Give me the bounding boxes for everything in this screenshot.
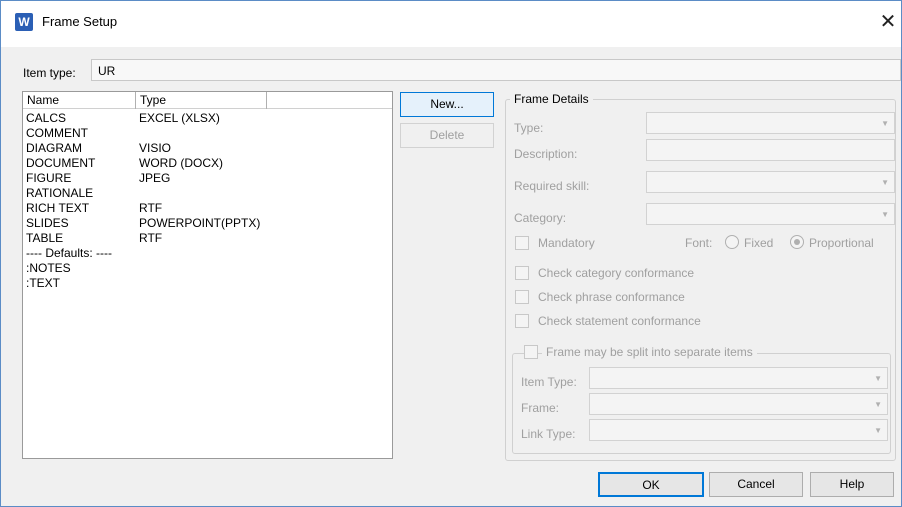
- font-label: Font:: [685, 236, 713, 250]
- title-bar: W Frame Setup ✕: [1, 1, 901, 47]
- check-category-label: Check category conformance: [538, 266, 695, 280]
- item-name: :NOTES: [26, 261, 71, 275]
- frame-list[interactable]: Name Type CALCS EXCEL (XLSX) COMMENT DIAG…: [22, 91, 393, 459]
- check-category-checkbox[interactable]: [515, 266, 529, 280]
- chevron-down-icon: ▼: [881, 210, 889, 219]
- item-name: ---- Defaults: ----: [26, 246, 112, 260]
- chevron-down-icon: ▼: [874, 374, 882, 383]
- item-type: EXCEL (XLSX): [139, 111, 220, 125]
- description-field[interactable]: [646, 139, 895, 161]
- list-item[interactable]: COMMENT: [23, 126, 392, 141]
- item-name: DOCUMENT: [26, 156, 96, 170]
- list-item[interactable]: ---- Defaults: ----: [23, 246, 392, 261]
- item-name: :TEXT: [26, 276, 61, 290]
- close-icon[interactable]: ✕: [877, 9, 899, 35]
- split-checkbox[interactable]: [524, 345, 538, 359]
- item-type: WORD (DOCX): [139, 156, 223, 170]
- item-type-field: UR: [91, 59, 901, 81]
- item-type: RTF: [139, 231, 163, 245]
- split-item-type-dropdown[interactable]: ▼: [589, 367, 888, 389]
- mandatory-checkbox[interactable]: [515, 236, 529, 250]
- item-name: DIAGRAM: [26, 141, 83, 155]
- item-name: COMMENT: [26, 126, 88, 140]
- required-skill-label: Required skill:: [514, 179, 590, 193]
- required-skill-dropdown[interactable]: ▼: [646, 171, 895, 193]
- split-frame-label: Frame:: [521, 401, 560, 415]
- list-item[interactable]: DIAGRAM VISIO: [23, 141, 392, 156]
- help-button[interactable]: Help: [810, 472, 894, 497]
- item-name: CALCS: [26, 111, 67, 125]
- font-proportional-radio[interactable]: [790, 235, 804, 249]
- item-name: TABLE: [26, 231, 64, 245]
- frame-details-legend: Frame Details: [510, 92, 593, 106]
- check-statement-label: Check statement conformance: [538, 314, 701, 328]
- item-type: POWERPOINT(PPTX): [139, 216, 261, 230]
- check-phrase-checkbox[interactable]: [515, 290, 529, 304]
- split-item-type-label: Item Type:: [521, 375, 577, 389]
- list-item[interactable]: FIGURE JPEG: [23, 171, 392, 186]
- chevron-down-icon: ▼: [874, 400, 882, 409]
- chevron-down-icon: ▼: [874, 426, 882, 435]
- item-type-row: Item type: UR: [19, 59, 902, 85]
- split-link-type-dropdown[interactable]: ▼: [589, 419, 888, 441]
- mandatory-label: Mandatory: [538, 236, 595, 250]
- item-name: SLIDES: [26, 216, 69, 230]
- list-item[interactable]: TABLE RTF: [23, 231, 392, 246]
- item-type: JPEG: [139, 171, 171, 185]
- column-header-type[interactable]: Type: [136, 92, 267, 109]
- frame-setup-dialog: W Frame Setup ✕ Item type: UR Name Type …: [0, 0, 902, 507]
- item-type: RTF: [139, 201, 163, 215]
- type-dropdown[interactable]: ▼: [646, 112, 895, 134]
- category-dropdown[interactable]: ▼: [646, 203, 895, 225]
- check-statement-checkbox[interactable]: [515, 314, 529, 328]
- list-item[interactable]: :TEXT: [23, 276, 392, 291]
- font-fixed-label: Fixed: [744, 236, 774, 250]
- split-link-type-label: Link Type:: [521, 427, 576, 441]
- item-type: VISIO: [139, 141, 172, 155]
- list-rows: CALCS EXCEL (XLSX) COMMENT DIAGRAM VISIO D…: [23, 111, 392, 291]
- item-name: RATIONALE: [26, 186, 94, 200]
- check-phrase-label: Check phrase conformance: [538, 290, 685, 304]
- list-header: Name Type: [23, 92, 392, 109]
- split-legend: Frame may be split into separate items: [542, 345, 757, 359]
- list-item[interactable]: RICH TEXT RTF: [23, 201, 392, 216]
- column-header-name[interactable]: Name: [23, 92, 136, 109]
- ok-button[interactable]: OK: [598, 472, 704, 497]
- type-label: Type:: [514, 121, 544, 135]
- list-item[interactable]: RATIONALE: [23, 186, 392, 201]
- delete-button[interactable]: Delete: [400, 123, 494, 148]
- list-item[interactable]: SLIDES POWERPOINT(PPTX): [23, 216, 392, 231]
- chevron-down-icon: ▼: [881, 119, 889, 128]
- item-name: FIGURE: [26, 171, 72, 185]
- item-type-label: Item type:: [23, 66, 76, 80]
- cancel-button[interactable]: Cancel: [709, 472, 803, 497]
- window-title: Frame Setup: [42, 14, 118, 29]
- description-label: Description:: [514, 147, 578, 161]
- list-item[interactable]: :NOTES: [23, 261, 392, 276]
- category-label: Category:: [514, 211, 567, 225]
- new-button[interactable]: New...: [400, 92, 494, 117]
- split-frame-dropdown[interactable]: ▼: [589, 393, 888, 415]
- chevron-down-icon: ▼: [881, 178, 889, 187]
- font-proportional-label: Proportional: [809, 236, 874, 250]
- item-name: RICH TEXT: [26, 201, 90, 215]
- font-fixed-radio[interactable]: [725, 235, 739, 249]
- list-item[interactable]: DOCUMENT WORD (DOCX): [23, 156, 392, 171]
- word-app-icon: W: [15, 13, 33, 31]
- list-item[interactable]: CALCS EXCEL (XLSX): [23, 111, 392, 126]
